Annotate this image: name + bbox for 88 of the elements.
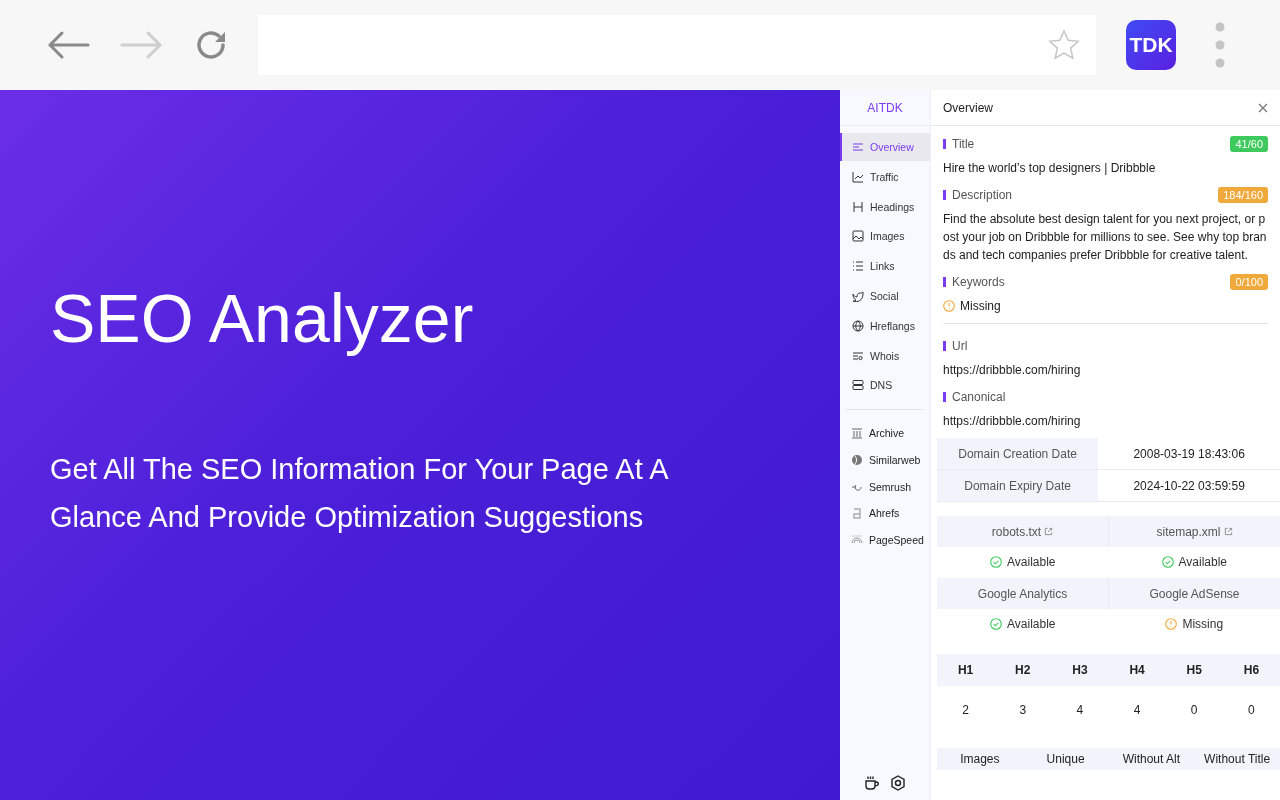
nav-bird-icon bbox=[852, 290, 864, 302]
table-cell: 2 bbox=[937, 686, 995, 734]
table-header-cell: Domain Creation Date bbox=[937, 438, 1099, 470]
table-cell: 4 bbox=[1108, 686, 1166, 734]
table-cell: 0 bbox=[1165, 686, 1223, 734]
table-cell: 2024-10-22 03:59:59 bbox=[1098, 469, 1280, 502]
table-header-cell: Domain Expiry Date bbox=[937, 469, 1099, 502]
table-header-cell: H1 bbox=[937, 654, 995, 686]
section-value: Missing bbox=[960, 298, 1001, 315]
section-value: https://dribbble.com/hiring bbox=[943, 413, 1082, 430]
nav-chart-icon bbox=[852, 170, 864, 183]
warning-icon bbox=[943, 300, 955, 312]
settings-icon[interactable] bbox=[890, 775, 906, 791]
table-cell: 4 bbox=[1051, 686, 1109, 734]
section-label: Canonical bbox=[943, 392, 1006, 402]
nav-database-icon bbox=[852, 379, 864, 392]
status-text: Available bbox=[1178, 554, 1227, 569]
sidebar-item[interactable]: Whois bbox=[840, 341, 930, 370]
section-value: Find the absolute best design talent for you next project, or post your job on Dribbble for millions to see. See why top brands and tech companies prefer Dribbble for creative talent. bbox=[943, 211, 1268, 264]
sidebar-item[interactable]: Links bbox=[840, 252, 930, 281]
tool-link[interactable]: Semrush bbox=[840, 473, 930, 500]
sidebar-item[interactable]: Hreflangs bbox=[840, 311, 930, 340]
sidebar-item[interactable]: DNS bbox=[840, 371, 930, 400]
status-text: Missing bbox=[1182, 616, 1224, 631]
external-link-icon[interactable] bbox=[1223, 526, 1233, 536]
table-cell: 2008-03-19 18:43:06 bbox=[1098, 438, 1280, 470]
sidebar-item[interactable]: Images bbox=[840, 222, 930, 251]
nav-lines-icon bbox=[852, 141, 864, 153]
panel-title: Overview bbox=[943, 100, 993, 115]
length-badge: 0/100 bbox=[1230, 274, 1268, 290]
tool-link[interactable]: Archive bbox=[840, 420, 930, 447]
check-circle-icon bbox=[990, 555, 1002, 568]
nav-globe-icon bbox=[852, 319, 864, 332]
table-header-cell: H2 bbox=[994, 654, 1052, 686]
section-value: Hire the world’s top designers | Dribbble bbox=[943, 160, 1157, 177]
section-value: https://dribbble.com/hiring bbox=[943, 362, 1082, 379]
section-label: Description bbox=[943, 190, 1013, 200]
section-label: Url bbox=[943, 341, 968, 351]
tool-link[interactable]: Similarweb bbox=[840, 446, 930, 474]
back-icon[interactable] bbox=[46, 30, 90, 60]
table-cell: 3 bbox=[994, 686, 1052, 734]
sidebar-item[interactable]: Traffic bbox=[840, 162, 930, 191]
table-header-cell: Google Analytics bbox=[937, 578, 1109, 609]
section-label: Keywords bbox=[943, 277, 1005, 287]
nav-search-icon bbox=[852, 349, 864, 362]
columns-icon bbox=[851, 427, 863, 440]
sidebar-item[interactable]: Overview bbox=[840, 133, 930, 161]
coffee-cup-icon[interactable] bbox=[864, 775, 880, 791]
sidebar-item[interactable]: Social bbox=[840, 282, 930, 310]
length-badge: 41/60 bbox=[1230, 136, 1268, 152]
sidebar-item[interactable]: Headings bbox=[840, 192, 930, 221]
warning-icon bbox=[1165, 617, 1178, 630]
menu-icon[interactable] bbox=[1215, 22, 1225, 68]
length-badge: 184/160 bbox=[1218, 187, 1268, 203]
check-circle-icon bbox=[990, 617, 1002, 630]
external-link-icon[interactable] bbox=[1044, 526, 1054, 536]
tool-link[interactable]: PageSpeed bbox=[840, 526, 930, 554]
table-header-cell: Google AdSense bbox=[1108, 578, 1280, 609]
nav-heading-icon bbox=[852, 200, 864, 213]
table-header-cell: Unique bbox=[1022, 748, 1109, 770]
table-header-cell: H3 bbox=[1051, 654, 1109, 686]
tool-link[interactable]: Ahrefs bbox=[840, 499, 930, 527]
status-text: Available bbox=[1007, 554, 1056, 569]
nav-image-icon bbox=[852, 230, 864, 243]
hero-title: SEO Analyzer bbox=[50, 279, 475, 357]
extension-button[interactable]: TDK bbox=[1126, 20, 1176, 70]
hero-subtitle: Get All The SEO Information For Your Page At A Glance And Provide Optimization Suggestions bbox=[50, 452, 669, 535]
table-header-cell: robots.txt bbox=[937, 516, 1109, 547]
status-text: Available bbox=[1007, 616, 1056, 631]
letter-icon bbox=[851, 507, 863, 520]
close-icon[interactable] bbox=[1258, 102, 1268, 113]
half-circle-icon bbox=[851, 454, 863, 467]
table-header-cell: Without Alt bbox=[1108, 748, 1195, 770]
check-circle-icon bbox=[1161, 555, 1174, 568]
forward-icon[interactable] bbox=[120, 30, 164, 60]
reload-icon[interactable] bbox=[194, 28, 228, 62]
table-cell: 0 bbox=[1222, 686, 1280, 734]
table-header-cell: sitemap.xml bbox=[1108, 516, 1280, 547]
brand-logo: AITDK bbox=[840, 90, 930, 126]
table-header-cell: H5 bbox=[1165, 654, 1223, 686]
table-header-cell: H4 bbox=[1108, 654, 1166, 686]
gauge-icon bbox=[851, 533, 863, 546]
nav-list-icon bbox=[852, 260, 864, 273]
section-label: Title bbox=[943, 139, 975, 149]
star-icon[interactable] bbox=[1048, 29, 1080, 61]
table-header-cell: H6 bbox=[1222, 654, 1280, 686]
table-header-cell: Images bbox=[937, 748, 1023, 770]
table-header-cell: Without Title bbox=[1194, 748, 1280, 770]
